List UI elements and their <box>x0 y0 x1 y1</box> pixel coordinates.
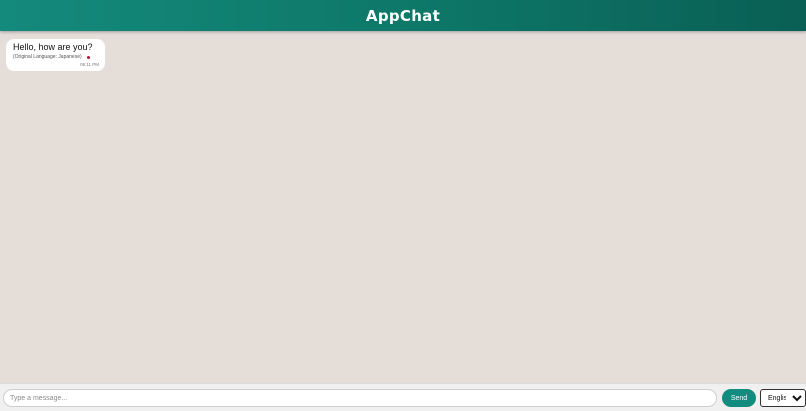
send-button[interactable]: Send <box>722 389 756 407</box>
message-time: 06:11 PM <box>80 62 99 67</box>
language-select[interactable]: English <box>760 389 806 407</box>
chat-area[interactable]: Hello, how are you? (Original Language: … <box>0 31 806 383</box>
original-language-line: (Original Language: Japanese) <box>13 53 99 61</box>
message-input[interactable] <box>3 389 717 407</box>
app-header: AppChat <box>0 0 806 31</box>
status-dot-icon <box>86 55 90 59</box>
app-title: AppChat <box>365 6 441 25</box>
message-text: Hello, how are you? <box>13 42 93 52</box>
original-language-label: (Original Language: Japanese) <box>13 54 82 60</box>
message-bubble: Hello, how are you? (Original Language: … <box>6 39 105 71</box>
composer-bar: Send English <box>0 383 806 411</box>
